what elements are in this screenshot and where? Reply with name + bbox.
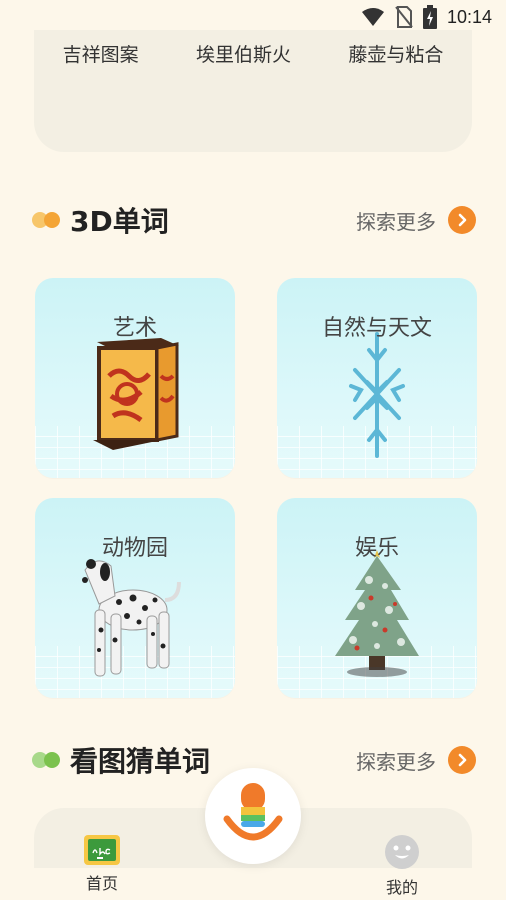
tab-label: 首页 xyxy=(85,874,118,893)
tab-home[interactable]: 首页 xyxy=(62,834,142,894)
top-category-labels: 吉祥图案 埃里伯斯火 藤壶与粘合 xyxy=(34,40,472,67)
section-title: 3D单词 xyxy=(70,205,169,238)
category-card-entertainment[interactable]: 娱乐 xyxy=(277,498,477,698)
top-label[interactable]: 藤壶与粘合 xyxy=(348,40,443,67)
card-label: 艺术 xyxy=(112,316,157,341)
chevron-right-icon xyxy=(448,746,476,774)
chevron-right-icon xyxy=(448,206,476,234)
category-card-zoo[interactable]: 动物园 xyxy=(35,498,235,698)
card-label: 动物园 xyxy=(101,536,168,561)
top-label[interactable]: 吉祥图案 xyxy=(63,40,139,67)
card-label: 娱乐 xyxy=(354,536,399,561)
status-bar: 10:14 xyxy=(0,0,506,34)
voice-record-button[interactable] xyxy=(205,768,301,864)
category-card-nature-astronomy[interactable]: 自然与天文 xyxy=(277,278,477,478)
card-label: 自然与天文 xyxy=(321,316,432,341)
snowflake-illustration xyxy=(349,332,405,458)
battery-icon xyxy=(422,5,437,29)
smiley-avatar-icon xyxy=(385,835,419,869)
explore-more-button[interactable]: 探索更多 xyxy=(356,206,476,235)
abc-board-icon xyxy=(84,835,120,865)
microphone-icon xyxy=(223,783,283,841)
no-sim-icon xyxy=(395,6,413,28)
explore-more-label: 探索更多 xyxy=(356,749,436,774)
explore-more-button[interactable]: 探索更多 xyxy=(356,746,476,775)
clock: 10:14 xyxy=(446,6,492,27)
explore-more-label: 探索更多 xyxy=(356,209,436,234)
section-dots-icon xyxy=(32,752,62,768)
tab-label: 我的 xyxy=(385,878,418,897)
lantern-illustration xyxy=(93,338,181,450)
top-label[interactable]: 埃里伯斯火 xyxy=(196,40,291,67)
dalmatian-illustration xyxy=(82,559,181,677)
section-dots-icon xyxy=(32,212,62,228)
christmas-tree-illustration xyxy=(335,550,419,677)
wifi-icon xyxy=(361,8,384,26)
section-title: 看图猜单词 xyxy=(70,745,211,778)
tab-mine[interactable]: 我的 xyxy=(362,834,442,898)
category-card-art[interactable]: 艺术 xyxy=(35,278,235,478)
section-header-3d-words: 3D单词 探索更多 xyxy=(32,200,476,240)
